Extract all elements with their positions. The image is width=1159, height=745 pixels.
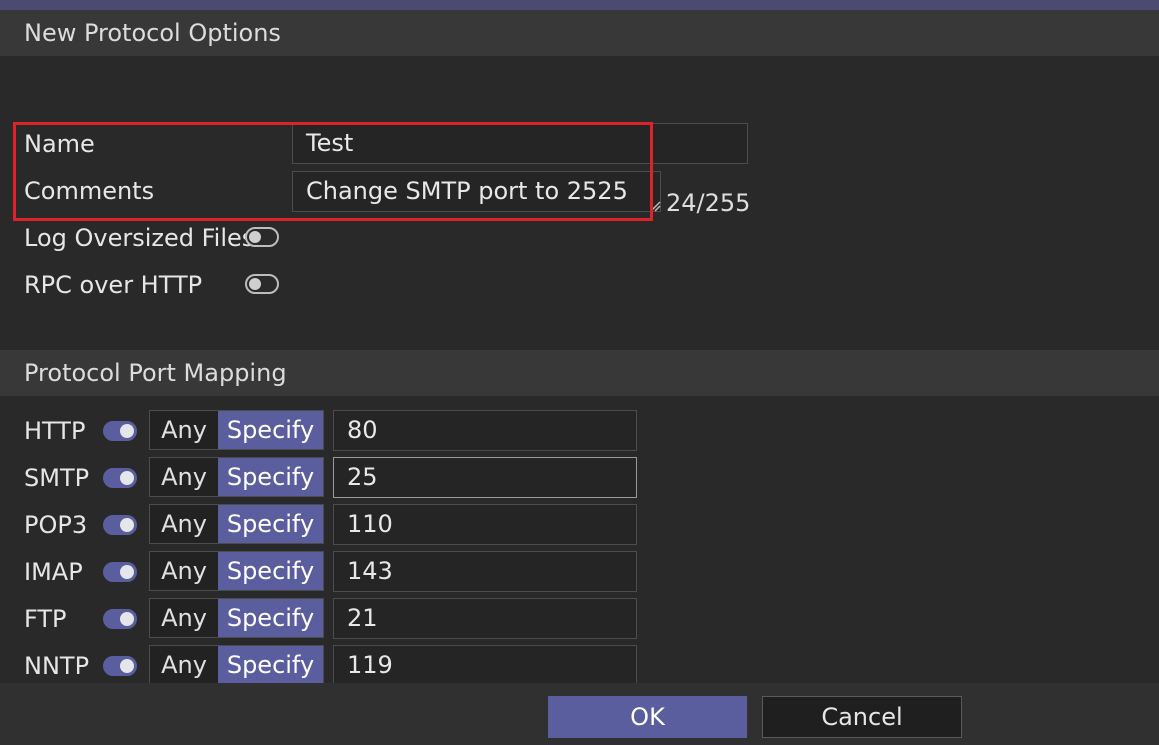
port-mode-selector: Any Specify bbox=[149, 410, 324, 450]
any-option[interactable]: Any bbox=[150, 505, 218, 543]
resize-handle-icon[interactable] bbox=[649, 200, 661, 212]
protocol-enable-toggle[interactable] bbox=[103, 421, 137, 441]
specify-option[interactable]: Specify bbox=[218, 599, 323, 637]
toggle-knob bbox=[120, 424, 134, 438]
port-number-input[interactable]: 25 bbox=[333, 457, 637, 498]
port-number-input[interactable]: 80 bbox=[333, 410, 637, 451]
protocol-label: FTP bbox=[24, 605, 67, 633]
specify-option[interactable]: Specify bbox=[218, 646, 323, 684]
cancel-button[interactable]: Cancel bbox=[762, 696, 962, 738]
any-option[interactable]: Any bbox=[150, 646, 218, 684]
port-mode-selector: Any Specify bbox=[149, 457, 324, 497]
toggle-knob bbox=[249, 278, 261, 290]
port-number-input[interactable]: 143 bbox=[333, 551, 637, 592]
protocol-label: POP3 bbox=[24, 511, 88, 539]
any-option[interactable]: Any bbox=[150, 599, 218, 637]
section-header-options: New Protocol Options bbox=[0, 10, 1159, 56]
comments-label: Comments bbox=[24, 177, 155, 205]
any-option[interactable]: Any bbox=[150, 411, 218, 449]
port-mode-selector: Any Specify bbox=[149, 551, 324, 591]
protocol-enable-toggle[interactable] bbox=[103, 562, 137, 582]
comments-textarea[interactable]: Change SMTP port to 2525 bbox=[292, 171, 661, 212]
section-header-port-mapping: Protocol Port Mapping bbox=[0, 350, 1159, 396]
protocol-enable-toggle[interactable] bbox=[103, 609, 137, 629]
toggle-knob bbox=[120, 471, 134, 485]
port-mode-selector: Any Specify bbox=[149, 598, 324, 638]
specify-option[interactable]: Specify bbox=[218, 552, 323, 590]
title-bar-accent bbox=[0, 0, 1159, 10]
port-number-input[interactable]: 119 bbox=[333, 645, 637, 686]
port-mode-selector: Any Specify bbox=[149, 504, 324, 544]
protocol-enable-toggle[interactable] bbox=[103, 515, 137, 535]
protocol-label: HTTP bbox=[24, 417, 86, 445]
toggle-knob bbox=[120, 659, 134, 673]
protocol-enable-toggle[interactable] bbox=[103, 468, 137, 488]
ok-button[interactable]: OK bbox=[548, 696, 747, 738]
specify-option[interactable]: Specify bbox=[218, 458, 323, 496]
rpc-over-http-label: RPC over HTTP bbox=[24, 271, 203, 299]
toggle-knob bbox=[120, 518, 134, 532]
any-option[interactable]: Any bbox=[150, 552, 218, 590]
any-option[interactable]: Any bbox=[150, 458, 218, 496]
log-oversized-label: Log Oversized Files bbox=[24, 224, 255, 252]
specify-option[interactable]: Specify bbox=[218, 505, 323, 543]
toggle-knob bbox=[120, 612, 134, 626]
port-mode-selector: Any Specify bbox=[149, 645, 324, 685]
comments-char-counter: 24/255 bbox=[666, 189, 751, 217]
protocol-label: SMTP bbox=[24, 464, 90, 492]
rpc-over-http-toggle[interactable] bbox=[245, 274, 279, 294]
protocol-label: IMAP bbox=[24, 558, 83, 586]
port-number-input[interactable]: 110 bbox=[333, 504, 637, 545]
specify-option[interactable]: Specify bbox=[218, 411, 323, 449]
protocol-enable-toggle[interactable] bbox=[103, 656, 137, 676]
toggle-knob bbox=[120, 565, 134, 579]
protocol-label: NNTP bbox=[24, 652, 90, 680]
name-label: Name bbox=[24, 130, 95, 158]
name-input[interactable]: Test bbox=[292, 123, 748, 164]
toggle-knob bbox=[249, 231, 261, 243]
port-number-input[interactable]: 21 bbox=[333, 598, 637, 639]
log-oversized-toggle[interactable] bbox=[245, 227, 279, 247]
